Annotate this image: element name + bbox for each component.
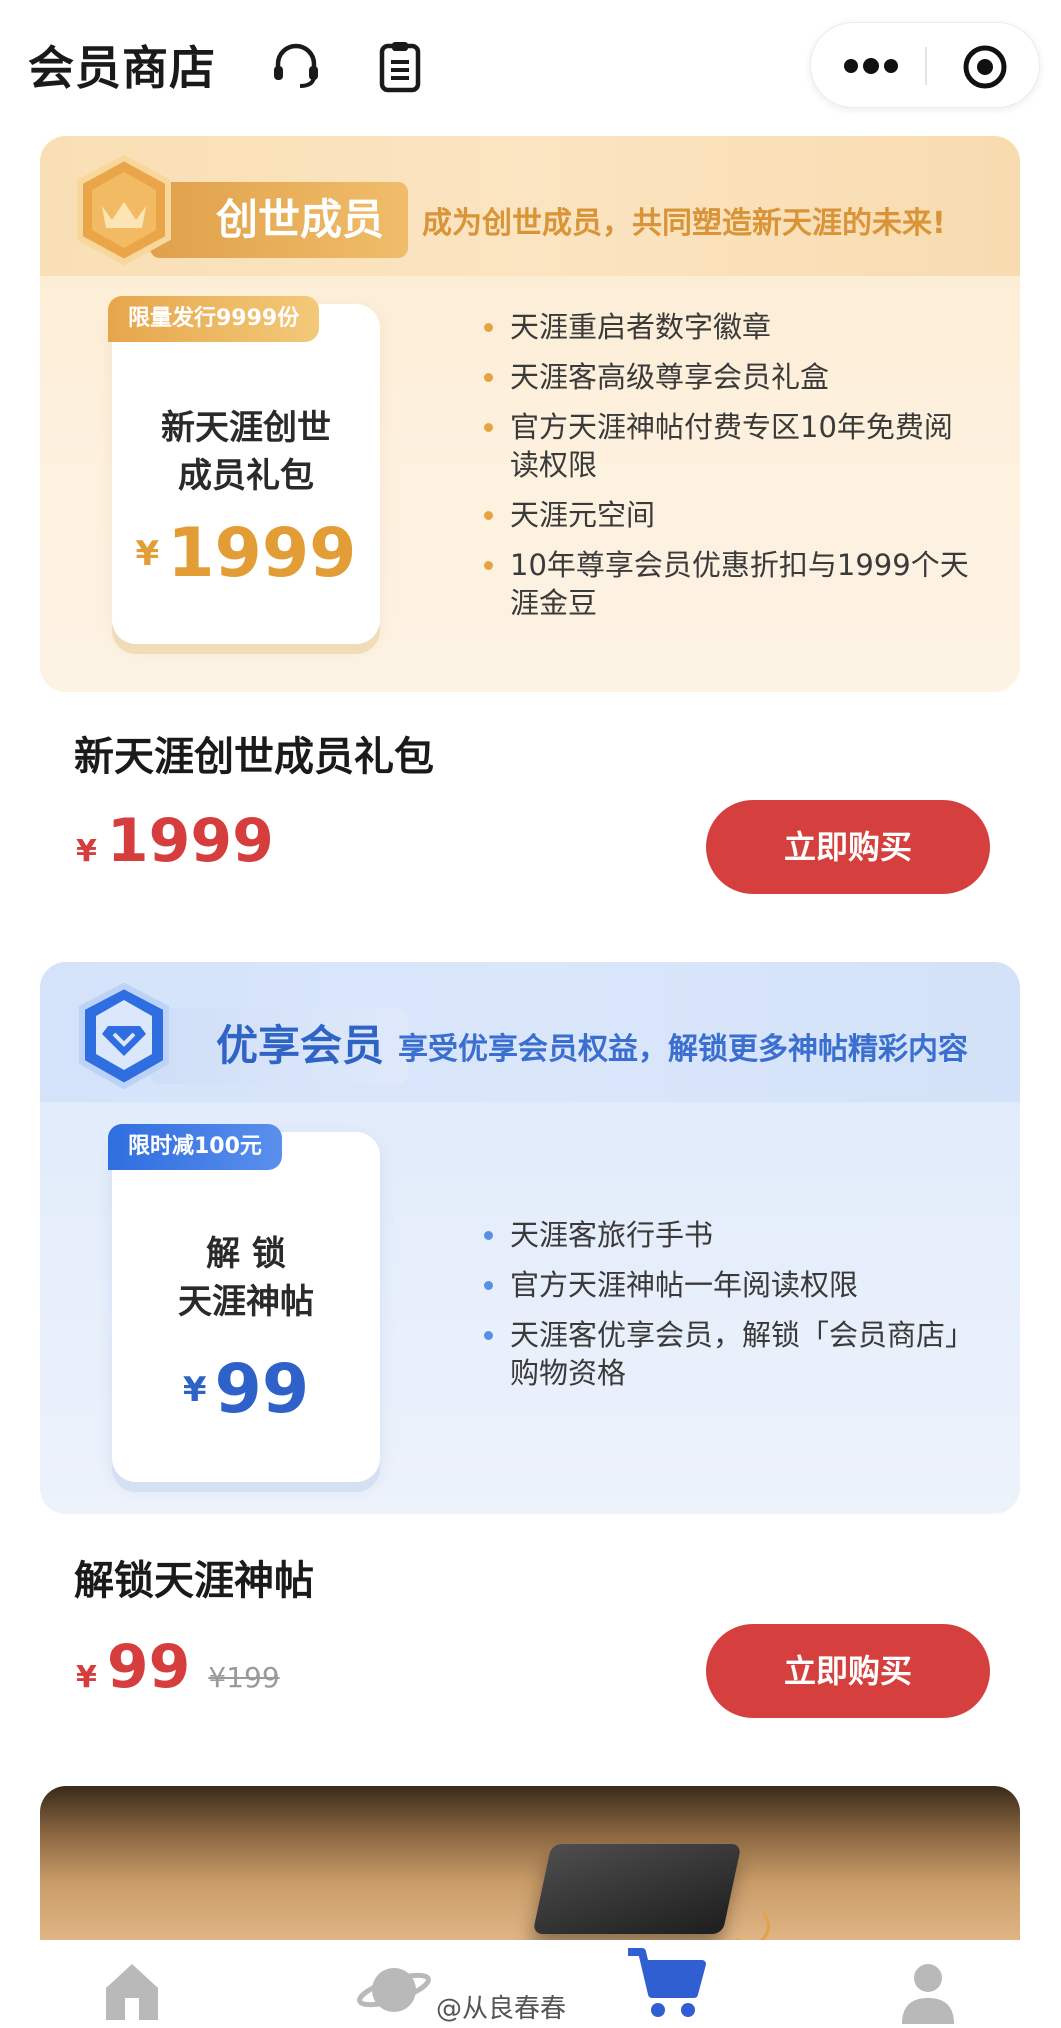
package-box: 限量发行9999份 新天涯创世 成员礼包 ¥1999	[108, 296, 380, 644]
product-price: ¥1999	[76, 806, 274, 876]
cart-icon[interactable]	[620, 1940, 710, 2024]
mini-program-capsule	[810, 22, 1040, 108]
perk-item: 天涯客旅行手书	[480, 1216, 980, 1254]
price-value: 1999	[106, 806, 274, 876]
package-price-value: 99	[214, 1350, 310, 1429]
product-title: 新天涯创世成员礼包	[74, 734, 434, 780]
package-name: 解 锁 天涯神帖	[112, 1230, 380, 1326]
package-name-line1: 新天涯创世	[161, 408, 331, 448]
package-name-line2: 成员礼包	[178, 456, 314, 496]
currency-symbol: ¥	[76, 834, 97, 869]
package-price: ¥99	[112, 1350, 380, 1429]
package-box: 限时减100元 解 锁 天涯神帖 ¥99	[108, 1124, 380, 1482]
tier-badge: 优享会员	[150, 1008, 409, 1084]
buy-now-button[interactable]: 立即购买	[706, 1624, 990, 1718]
perk-item: 天涯元空间	[480, 496, 980, 534]
limited-ribbon: 限量发行9999份	[108, 296, 320, 342]
package-price-value: 1999	[167, 514, 357, 593]
product-title: 解锁天涯神帖	[74, 1558, 314, 1604]
user-icon[interactable]	[888, 1952, 968, 2028]
diamond-shield-icon	[79, 982, 169, 1090]
capsule-divider	[925, 47, 927, 85]
target-icon[interactable]	[961, 43, 1009, 91]
original-price: ¥199	[208, 1661, 280, 1694]
perk-item: 天涯客高级尊享会员礼盒	[480, 358, 980, 396]
perk-item: 天涯客优享会员，解锁「会员商店」购物资格	[480, 1316, 980, 1392]
product-card-founder[interactable]: 创世成员 成为创世成员，共同塑造新天涯的未来! 限量发行9999份 新天涯创世 …	[40, 136, 1020, 692]
perks-list: 天涯客旅行手书 官方天涯神帖一年阅读权限 天涯客优享会员，解锁「会员商店」购物资…	[480, 1216, 980, 1404]
price-value: 99	[106, 1632, 191, 1702]
home-icon[interactable]	[92, 1952, 172, 2028]
product-price: ¥99 ¥199	[76, 1632, 280, 1702]
clipboard-icon[interactable]	[372, 38, 428, 94]
discount-ribbon: 限时减100元	[108, 1124, 282, 1170]
currency-symbol: ¥	[182, 1369, 207, 1410]
more-dots-icon[interactable]	[841, 55, 901, 77]
package-name-line2: 天涯神帖	[178, 1282, 314, 1322]
crown-icon	[77, 154, 171, 266]
perks-list: 天涯重启者数字徽章 天涯客高级尊享会员礼盒 官方天涯神帖付费专区10年免费阅读权…	[480, 308, 980, 634]
page-title: 会员商店	[28, 41, 216, 95]
package-name-line1: 解 锁	[206, 1234, 286, 1274]
gift-box-image	[532, 1844, 742, 1934]
perk-item: 天涯重启者数字徽章	[480, 308, 980, 346]
planet-icon[interactable]	[354, 1952, 434, 2028]
currency-symbol: ¥	[76, 1660, 97, 1695]
tier-tagline: 享受优享会员权益，解锁更多神帖精彩内容	[398, 1032, 968, 1067]
watermark-text: @从良春春	[436, 1994, 567, 2024]
buy-now-button[interactable]: 立即购买	[706, 800, 990, 894]
tier-tagline: 成为创世成员，共同塑造新天涯的未来!	[422, 206, 946, 241]
currency-symbol: ¥	[135, 533, 160, 574]
perk-item: 官方天涯神帖付费专区10年免费阅读权限	[480, 408, 980, 484]
product-card-premium[interactable]: 优享会员 享受优享会员权益，解锁更多神帖精彩内容 限时减100元 解 锁 天涯神…	[40, 962, 1020, 1514]
perk-item: 官方天涯神帖一年阅读权限	[480, 1266, 980, 1304]
package-price: ¥1999	[112, 514, 380, 593]
package-name: 新天涯创世 成员礼包	[112, 404, 380, 500]
perk-item: 10年尊享会员优惠折扣与1999个天涯金豆	[480, 546, 980, 622]
top-bar: 会员商店	[0, 0, 1061, 130]
tier-badge: 创世成员	[150, 182, 409, 258]
product-image-banner[interactable]	[40, 1786, 1020, 1946]
headset-icon[interactable]	[268, 38, 324, 94]
